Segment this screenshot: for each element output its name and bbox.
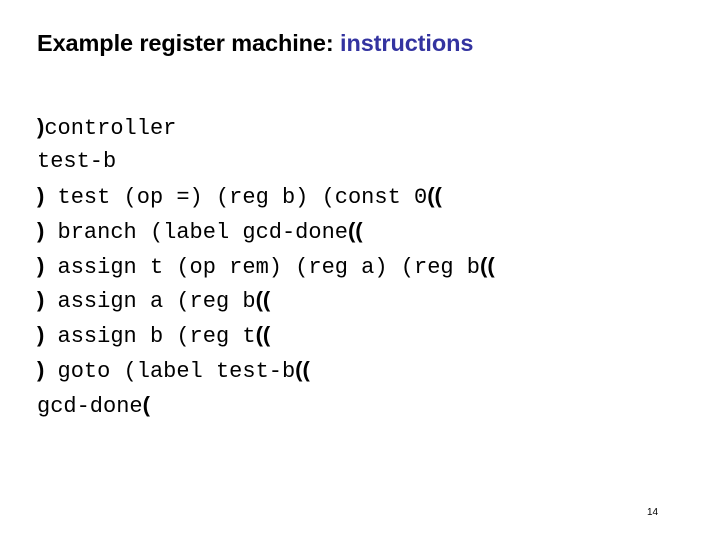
code-line: ) assign a (reg b((	[37, 283, 495, 318]
code-line: )controller	[37, 110, 495, 145]
code-text: assign t (op rem) (reg a) (reg b	[44, 254, 480, 280]
code-line: ) branch (label gcd-done((	[37, 214, 495, 249]
code-block: )controller test-b ) test (op =) (reg b) (…	[37, 110, 495, 422]
code-paren: ((	[295, 356, 310, 382]
code-text: controller	[44, 116, 177, 141]
code-text: test-b	[37, 148, 117, 174]
code-paren: (	[142, 391, 150, 417]
code-paren: ((	[255, 322, 271, 348]
code-text: goto (label test-b	[44, 358, 296, 384]
code-text: branch (label gcd-done	[44, 220, 348, 246]
code-line: gcd-done(	[37, 388, 495, 423]
code-paren: ((	[480, 252, 495, 278]
code-paren: ((	[427, 183, 442, 209]
code-text: assign a (reg b	[44, 289, 256, 315]
slide-title-accent: instructions	[340, 30, 474, 56]
code-text: gcd-done	[37, 393, 143, 419]
code-text: test (op =) (reg b) (const 0	[44, 185, 428, 211]
slide-title: Example register machine: instructions	[37, 30, 473, 57]
code-line: ) assign t (op rem) (reg a) (reg b((	[37, 249, 495, 284]
code-line: ) goto (label test-b((	[37, 353, 495, 388]
code-line: ) assign b (reg t((	[37, 318, 495, 353]
page-number: 14	[647, 507, 659, 518]
code-line: test-b	[37, 145, 495, 180]
code-line: ) test (op =) (reg b) (const 0((	[37, 179, 495, 214]
slide-title-main: Example register machine:	[37, 30, 341, 56]
code-paren: ((	[255, 287, 271, 313]
code-paren: ((	[347, 218, 363, 244]
code-text: assign b (reg t	[44, 324, 256, 350]
